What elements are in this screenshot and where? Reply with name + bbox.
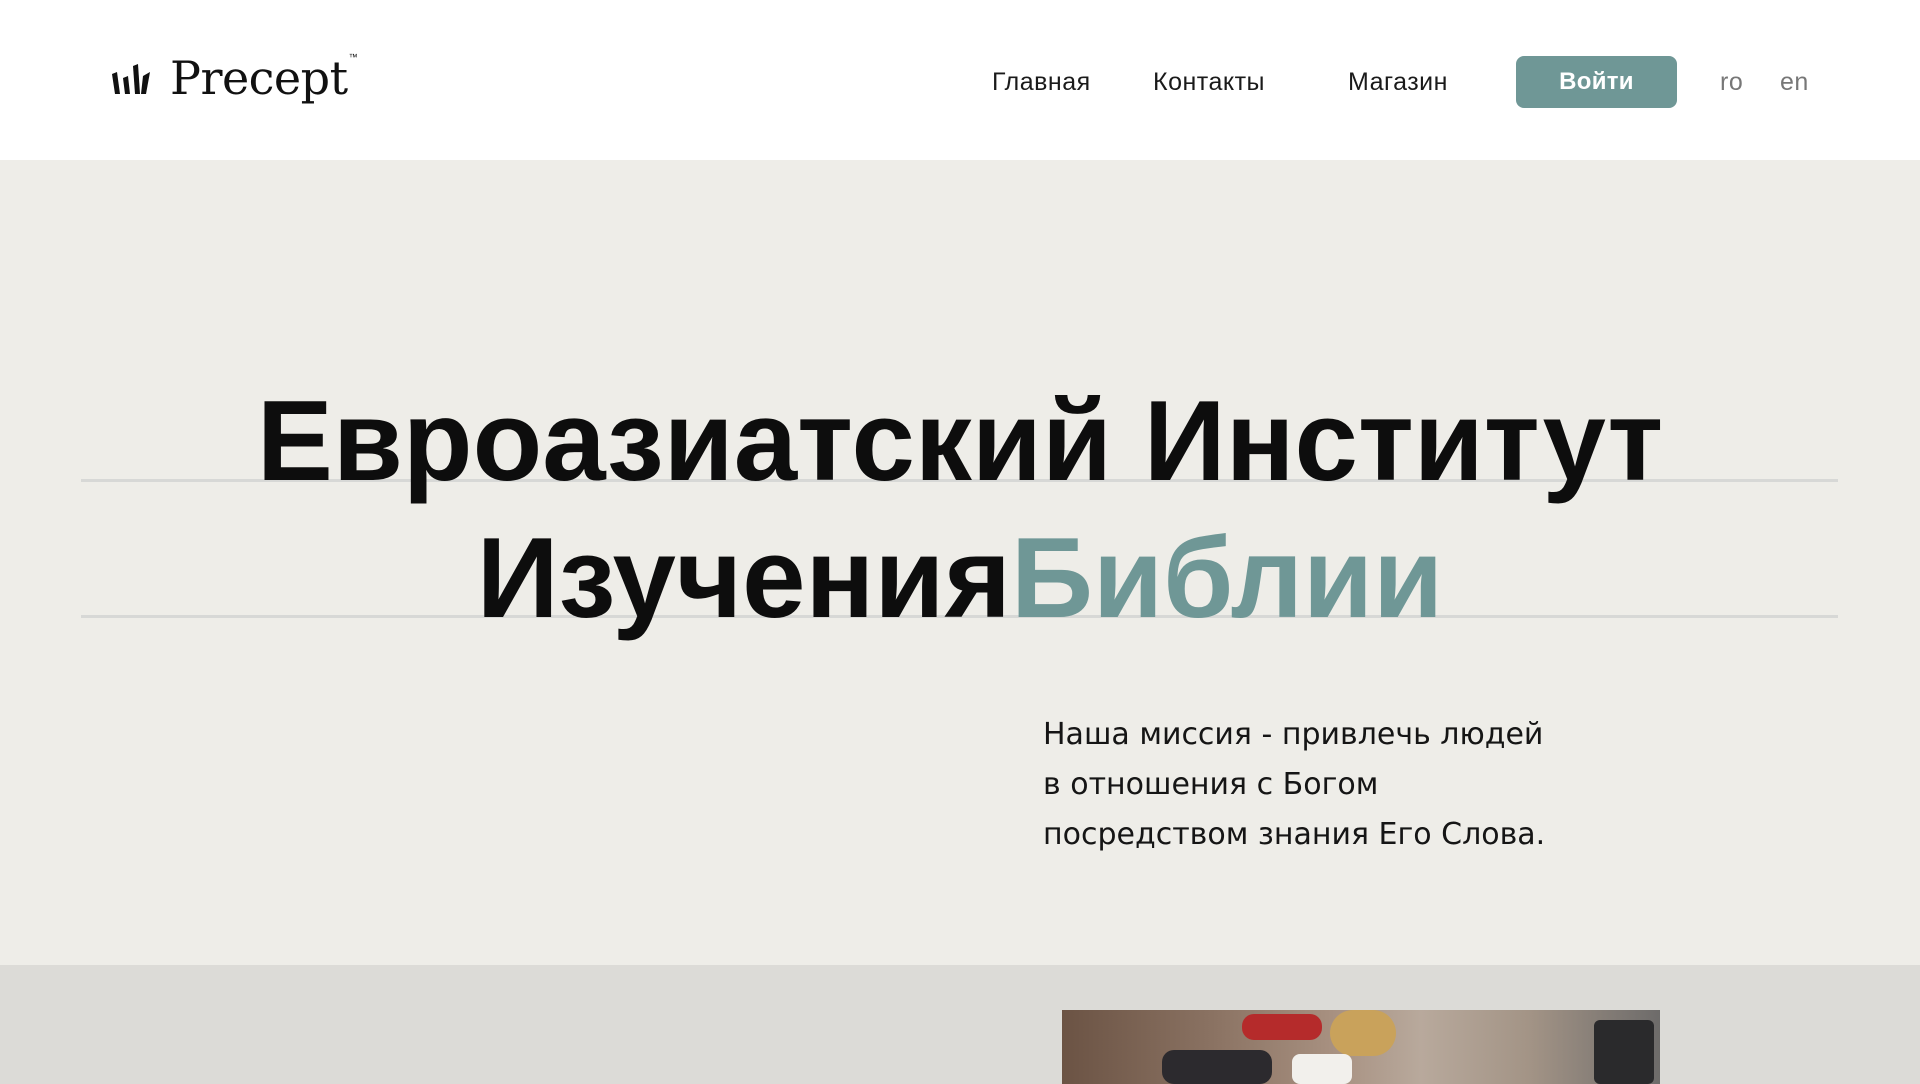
mission-line: в отношения с Богом — [1043, 767, 1379, 802]
nav-link-shop[interactable]: Магазин — [1348, 56, 1448, 108]
login-button[interactable]: Войти — [1516, 56, 1677, 108]
photo-device-object — [1594, 1020, 1654, 1084]
language-en-link[interactable]: en — [1780, 56, 1809, 108]
hero-title-line-1: Евроазиатский Институт — [256, 378, 1664, 505]
photo-red-object — [1242, 1014, 1322, 1040]
hero-section: Евроазиатский Институт ИзученияБиблии На… — [0, 160, 1920, 965]
nav-link-home[interactable]: Главная — [992, 56, 1091, 108]
nav-link-contacts[interactable]: Контакты — [1153, 56, 1265, 108]
language-ro-link[interactable]: ro — [1720, 56, 1743, 108]
hero-title-main: Изучения — [476, 515, 1012, 642]
photo-gold-object — [1330, 1010, 1396, 1056]
logo-trademark: ™ — [348, 52, 358, 62]
hero-title-line-2: ИзученияБиблии — [0, 522, 1920, 636]
lower-section — [0, 965, 1920, 1084]
mission-line: посредством знания Его Слова. — [1043, 817, 1546, 852]
logo-text: Precept™ — [170, 51, 358, 105]
mission-statement: Наша миссия - привлечь людей в отношения… — [1043, 710, 1603, 860]
photo-dark-object — [1162, 1050, 1272, 1084]
desk-photo — [1062, 1010, 1660, 1084]
mission-line: Наша миссия - привлечь людей — [1043, 717, 1544, 752]
site-header: Precept™ Главная Контакты Магазин Войти … — [0, 0, 1920, 160]
hero-title-accent: Библии — [1011, 515, 1444, 642]
bars-logo-icon — [112, 64, 150, 94]
photo-white-object — [1292, 1054, 1352, 1084]
site-logo[interactable]: Precept™ — [110, 50, 358, 106]
